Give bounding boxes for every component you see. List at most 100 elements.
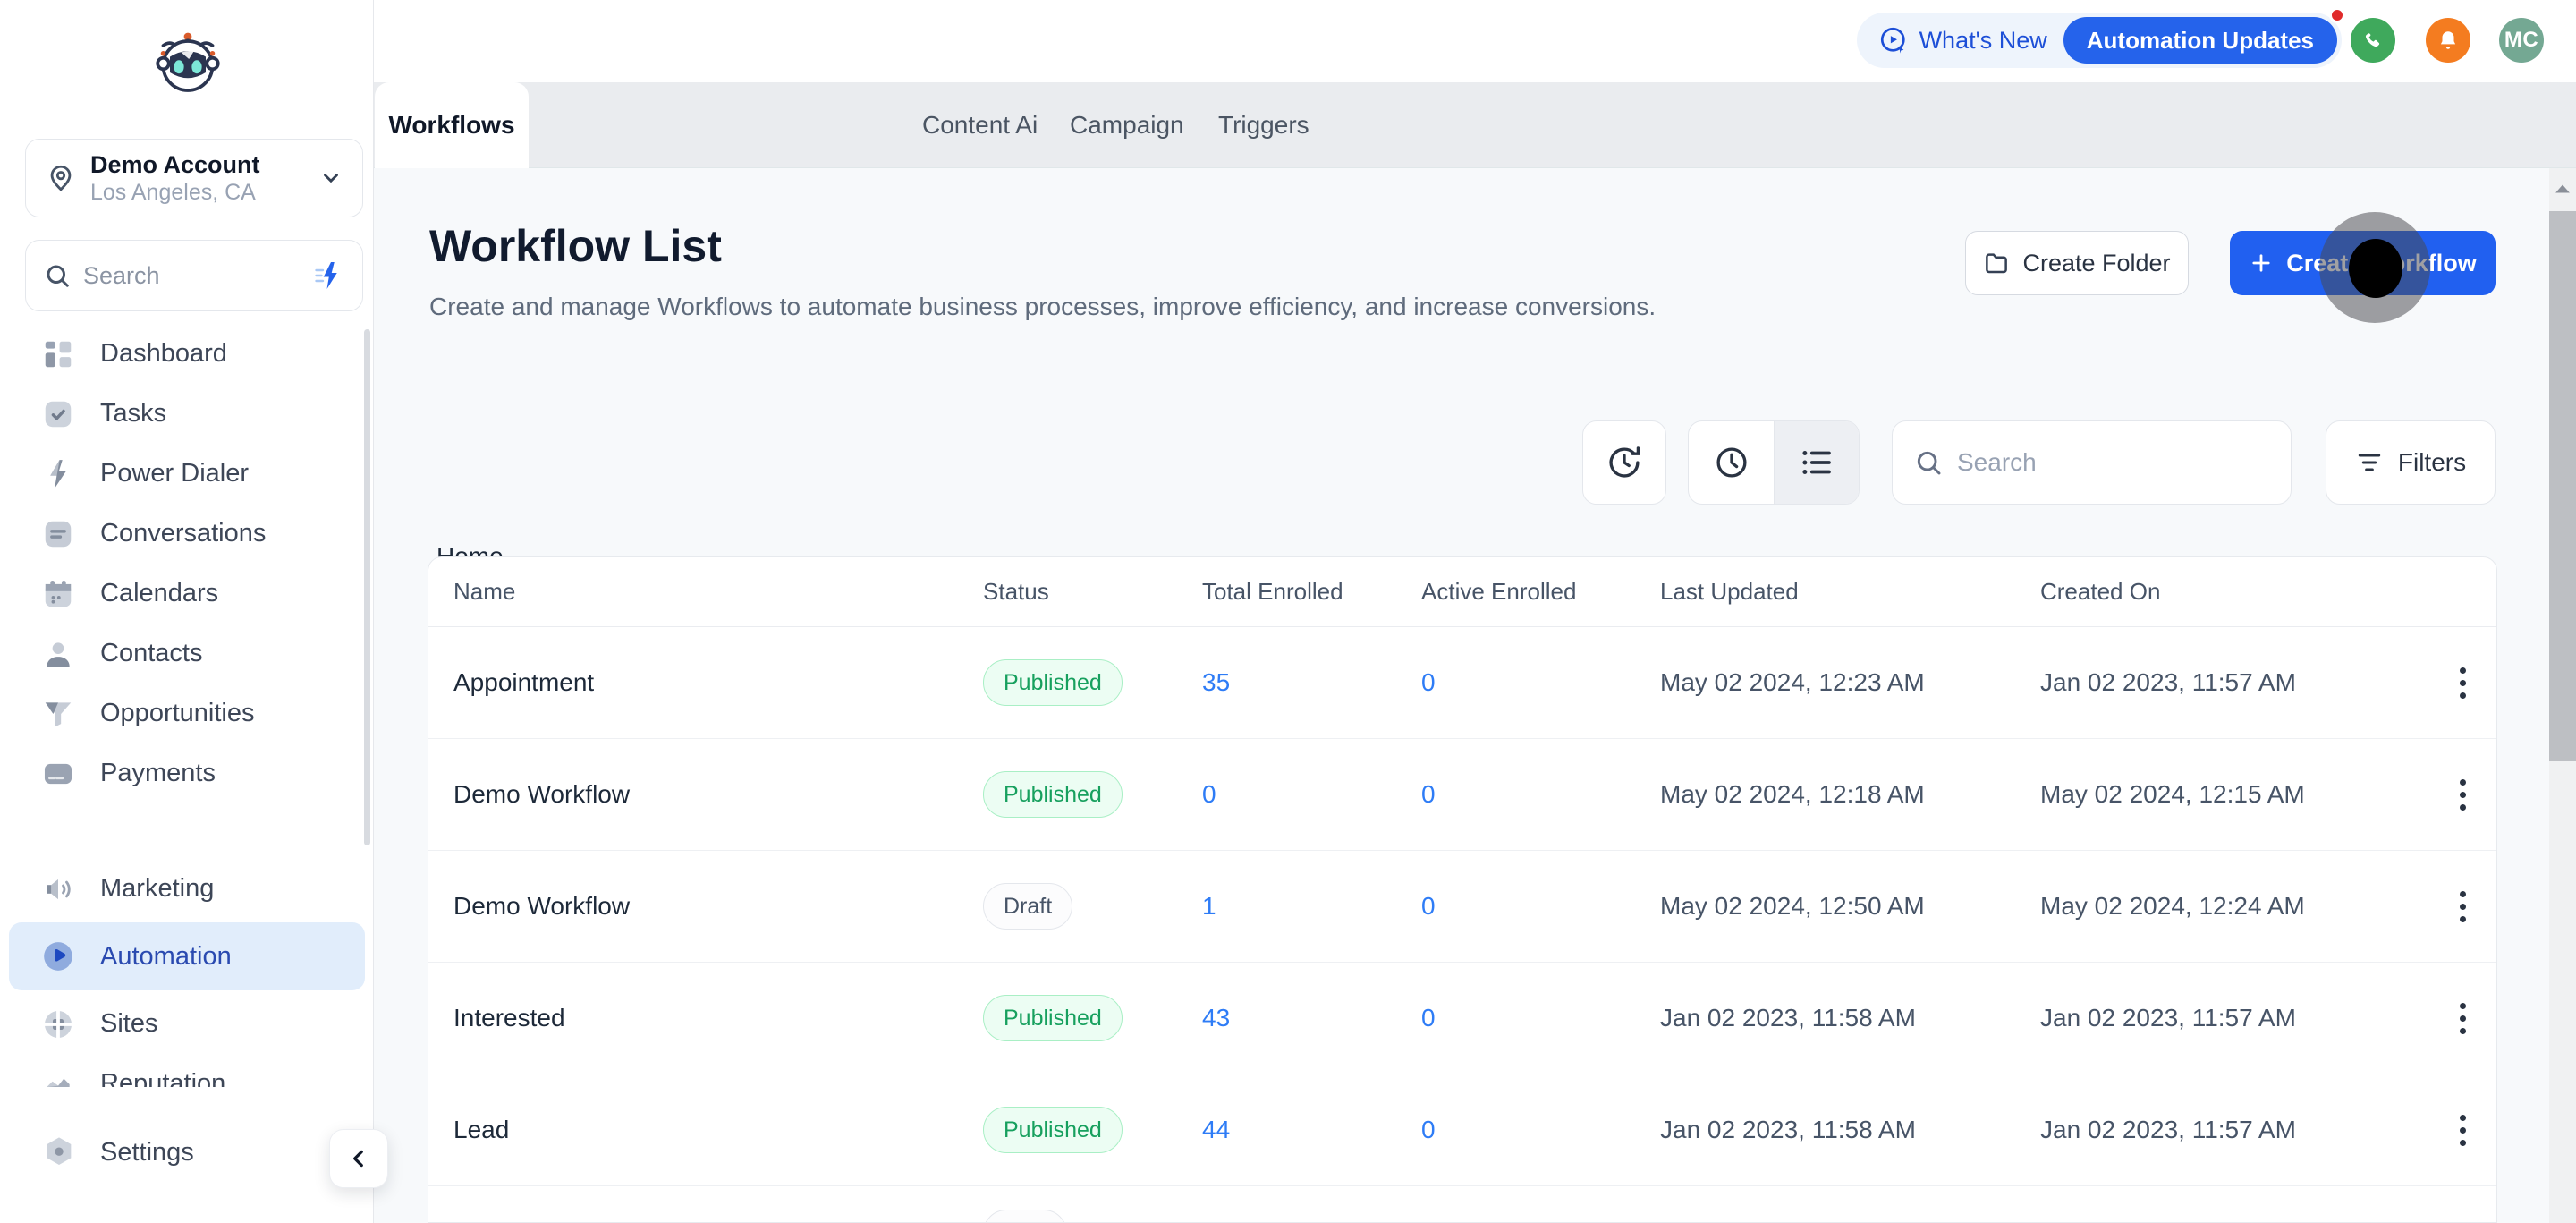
tab-workflows[interactable]: Workflows [375, 82, 529, 168]
enrollment-history-button[interactable] [1582, 420, 1666, 505]
active-enrolled-link[interactable]: 0 [1421, 780, 1436, 808]
sidebar-item-label: Power Dialer [100, 459, 249, 488]
sidebar-item-calendars[interactable]: Calendars [0, 564, 374, 624]
workflow-search[interactable] [1892, 420, 2292, 505]
created-on-value: May 02 2024, 12:15 AM [2015, 780, 2418, 809]
sidebar-item-label: Automation [100, 942, 232, 972]
table-row: Demo Workflow Published 0 0 May 02 2024,… [428, 739, 2496, 851]
table-row: Appointment Published 35 0 May 02 2024, … [428, 627, 2496, 739]
sidebar-item-payments[interactable]: Payments [0, 743, 374, 803]
sidebar-item-conversations[interactable]: Conversations [0, 504, 374, 564]
folder-icon [1983, 250, 2010, 276]
row-menu-button[interactable] [2443, 993, 2482, 1043]
column-header-total-enrolled[interactable]: Total Enrolled [1177, 578, 1396, 606]
active-enrolled-link[interactable]: 0 [1421, 892, 1436, 920]
create-workflow-button[interactable]: Create Workflow [2230, 231, 2496, 295]
last-updated-value: May 02 2024, 12:50 AM [1635, 892, 2015, 921]
active-enrolled-link[interactable]: 0 [1421, 668, 1436, 696]
automation-icon [41, 939, 75, 973]
clock-icon [1713, 444, 1750, 481]
last-updated-value: May 02 2024, 12:23 AM [1635, 668, 2015, 697]
column-header-status[interactable]: Status [958, 578, 1177, 606]
sidebar-item-automation[interactable]: Automation [9, 922, 365, 990]
last-updated-value: May 02 2024, 12:18 AM [1635, 780, 2015, 809]
column-header-active-enrolled[interactable]: Active Enrolled [1396, 578, 1635, 606]
sites-icon [41, 1007, 75, 1041]
tabstrip: Workflows Content Ai Campaign Triggers [374, 82, 2576, 168]
row-menu-button[interactable] [2443, 881, 2482, 931]
total-enrolled-link[interactable]: 1 [1202, 892, 1216, 920]
workflow-search-input[interactable] [1957, 448, 2269, 477]
table-row: Demo Workflow Draft 1 0 May 02 2024, 12:… [428, 851, 2496, 963]
menu-section-gap [0, 803, 374, 859]
tab-triggers[interactable]: Triggers [1218, 82, 1309, 168]
conversations-icon [41, 517, 75, 551]
sidebar-item-opportunities[interactable]: Opportunities [0, 684, 374, 743]
workflow-name-link[interactable]: Demo Workflow [428, 780, 958, 809]
user-avatar[interactable]: MC [2499, 18, 2544, 63]
filters-button[interactable]: Filters [2326, 420, 2496, 505]
table-row: Interested Published 43 0 Jan 02 2023, 1… [428, 963, 2496, 1074]
sidebar-item-contacts[interactable]: Contacts [0, 624, 374, 684]
scrollbar-up-button[interactable] [2549, 168, 2576, 209]
column-header-last-updated[interactable]: Last Updated [1635, 578, 2015, 606]
bell-icon [2436, 29, 2460, 52]
workflow-name-link[interactable]: Lead [428, 1116, 958, 1144]
sidebar-item-reputation[interactable]: Reputation [0, 1054, 374, 1087]
last-updated-value: Jan 02 2023, 11:58 AM [1635, 1004, 2015, 1032]
column-header-created-on[interactable]: Created On [2015, 578, 2418, 606]
workflow-name-link[interactable]: Demo Workflow [428, 892, 958, 921]
total-enrolled-link[interactable]: 0 [1202, 780, 1216, 808]
whats-new-play-icon [1878, 25, 1909, 55]
sidebar-item-dashboard[interactable]: Dashboard [0, 324, 374, 384]
account-switcher[interactable]: Demo Account Los Angeles, CA [25, 139, 363, 217]
dashboard-icon [41, 337, 75, 371]
total-enrolled-link[interactable]: 35 [1202, 668, 1230, 696]
total-enrolled-link[interactable]: 43 [1202, 1004, 1230, 1032]
status-badge: Published [983, 1107, 1123, 1153]
column-header-name[interactable]: Name [428, 578, 958, 606]
tab-content-ai[interactable]: Content Ai [922, 82, 1038, 168]
sidebar-item-label: Calendars [100, 579, 218, 608]
sidebar-item-power-dialer[interactable]: Power Dialer [0, 444, 374, 504]
whats-new-label: What's New [1919, 27, 2047, 55]
total-enrolled-link[interactable]: 44 [1202, 1116, 1230, 1143]
table-row: Lead Published 44 0 Jan 02 2023, 11:58 A… [428, 1074, 2496, 1186]
quick-actions-bolt-icon[interactable] [312, 259, 344, 292]
active-enrolled-link[interactable]: 0 [1421, 1004, 1436, 1032]
notifications-button[interactable] [2426, 18, 2470, 63]
tab-campaign[interactable]: Campaign [1070, 82, 1184, 168]
row-menu-button[interactable] [2443, 769, 2482, 820]
sidebar-search-input[interactable] [83, 262, 312, 290]
sidebar-item-label: Opportunities [100, 699, 255, 728]
sidebar-item-label: Conversations [100, 519, 266, 548]
phone-button[interactable] [2351, 18, 2395, 63]
sidebar-item-marketing[interactable]: Marketing [0, 859, 374, 919]
account-info: Demo Account Los Angeles, CA [90, 150, 319, 206]
automation-updates-badge[interactable]: Automation Updates [2063, 17, 2337, 64]
row-menu-button[interactable] [2443, 1105, 2482, 1155]
active-enrolled-link[interactable]: 0 [1421, 1116, 1436, 1143]
whats-new-button[interactable]: What's New Automation Updates [1857, 13, 2342, 68]
scrollbar-thumb[interactable] [2549, 211, 2576, 761]
search-icon [1914, 448, 1943, 477]
recent-view-button[interactable] [1689, 421, 1774, 504]
marketing-icon [41, 872, 75, 906]
main-content: Workflow List Create and manage Workflow… [374, 168, 2549, 1223]
sidebar-collapse-button[interactable] [329, 1129, 388, 1188]
page-scrollbar[interactable] [2549, 168, 2576, 1223]
sidebar-item-sites[interactable]: Sites [0, 994, 374, 1054]
scroll-up-arrow-icon [2555, 183, 2571, 194]
sidebar-search[interactable] [25, 240, 363, 311]
workflow-name-link[interactable]: Appointment [428, 668, 958, 697]
sidebar-item-settings[interactable]: Settings [41, 1134, 194, 1170]
workflow-name-link[interactable]: Interested [428, 1004, 958, 1032]
sidebar-item-tasks[interactable]: Tasks [0, 384, 374, 444]
list-view-button[interactable] [1774, 421, 1859, 504]
app-logo-robot [152, 23, 224, 95]
sidebar-scrollbar-thumb[interactable] [364, 329, 370, 845]
row-menu-button[interactable] [2443, 658, 2482, 708]
created-on-value: Jan 02 2023, 11:57 AM [2015, 1004, 2418, 1032]
create-folder-button[interactable]: Create Folder [1965, 231, 2189, 295]
page-title: Workflow List [429, 220, 722, 272]
